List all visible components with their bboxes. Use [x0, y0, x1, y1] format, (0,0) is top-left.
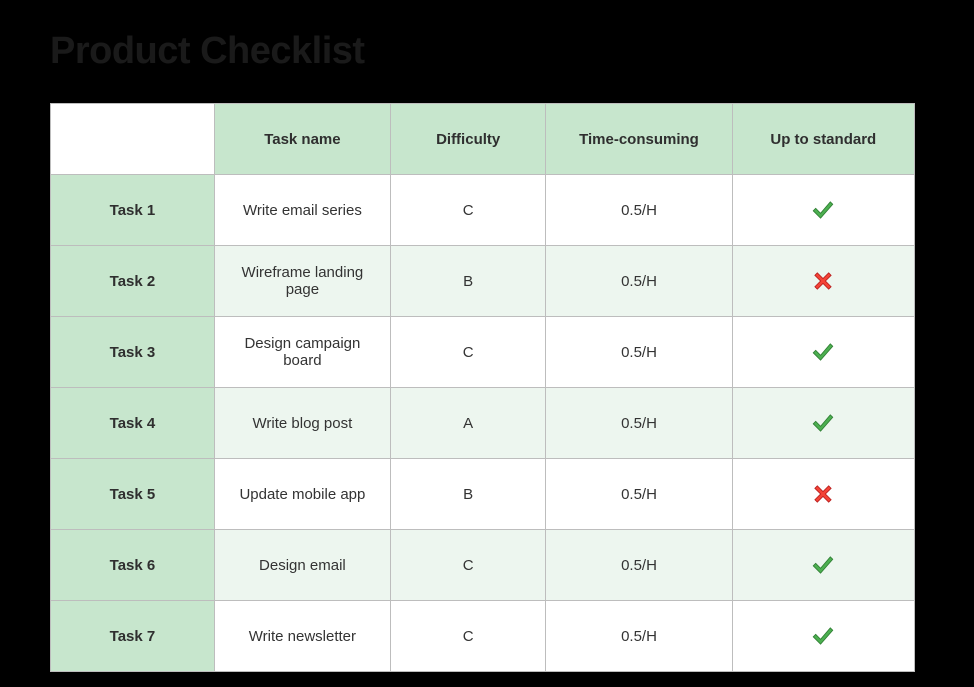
cell-task-name: Wireframe landing page — [214, 246, 390, 317]
cross-icon — [810, 481, 836, 507]
check-icon — [810, 623, 836, 649]
cell-task-name: Design email — [214, 530, 390, 601]
check-icon — [810, 339, 836, 365]
cell-time: 0.5/H — [546, 317, 732, 388]
cell-time: 0.5/H — [546, 601, 732, 672]
cell-time: 0.5/H — [546, 459, 732, 530]
cell-difficulty: B — [390, 459, 546, 530]
cell-time: 0.5/H — [546, 246, 732, 317]
header-time: Time-consuming — [546, 104, 732, 175]
row-label: Task 2 — [51, 246, 215, 317]
header-standard: Up to standard — [732, 104, 914, 175]
cell-status — [732, 530, 914, 601]
cell-time: 0.5/H — [546, 388, 732, 459]
table-row: Task 1Write email seriesC0.5/H — [51, 175, 915, 246]
row-label: Task 3 — [51, 317, 215, 388]
table-row: Task 7Write newsletterC0.5/H — [51, 601, 915, 672]
row-label: Task 5 — [51, 459, 215, 530]
cell-difficulty: C — [390, 317, 546, 388]
cell-status — [732, 459, 914, 530]
row-label: Task 4 — [51, 388, 215, 459]
check-icon — [810, 197, 836, 223]
check-icon — [810, 410, 836, 436]
cell-time: 0.5/H — [546, 530, 732, 601]
cell-difficulty: C — [390, 175, 546, 246]
cell-task-name: Write email series — [214, 175, 390, 246]
row-label: Task 6 — [51, 530, 215, 601]
header-task-name: Task name — [214, 104, 390, 175]
cell-task-name: Update mobile app — [214, 459, 390, 530]
cell-difficulty: C — [390, 530, 546, 601]
cross-icon — [810, 268, 836, 294]
cell-time: 0.5/H — [546, 175, 732, 246]
cell-status — [732, 175, 914, 246]
header-corner — [51, 104, 215, 175]
page-title: Product Checklist — [50, 30, 974, 73]
check-icon — [810, 552, 836, 578]
row-label: Task 7 — [51, 601, 215, 672]
cell-difficulty: B — [390, 246, 546, 317]
cell-task-name: Design campaign board — [214, 317, 390, 388]
table-row: Task 5Update mobile appB0.5/H — [51, 459, 915, 530]
table-row: Task 6Design emailC0.5/H — [51, 530, 915, 601]
cell-task-name: Write newsletter — [214, 601, 390, 672]
cell-difficulty: A — [390, 388, 546, 459]
cell-difficulty: C — [390, 601, 546, 672]
table-row: Task 4Write blog postA0.5/H — [51, 388, 915, 459]
table-row: Task 3Design campaign boardC0.5/H — [51, 317, 915, 388]
cell-task-name: Write blog post — [214, 388, 390, 459]
checklist-table: Task name Difficulty Time-consuming Up t… — [50, 103, 915, 672]
table-row: Task 2Wireframe landing pageB0.5/H — [51, 246, 915, 317]
cell-status — [732, 246, 914, 317]
header-difficulty: Difficulty — [390, 104, 546, 175]
cell-status — [732, 388, 914, 459]
cell-status — [732, 601, 914, 672]
row-label: Task 1 — [51, 175, 215, 246]
cell-status — [732, 317, 914, 388]
